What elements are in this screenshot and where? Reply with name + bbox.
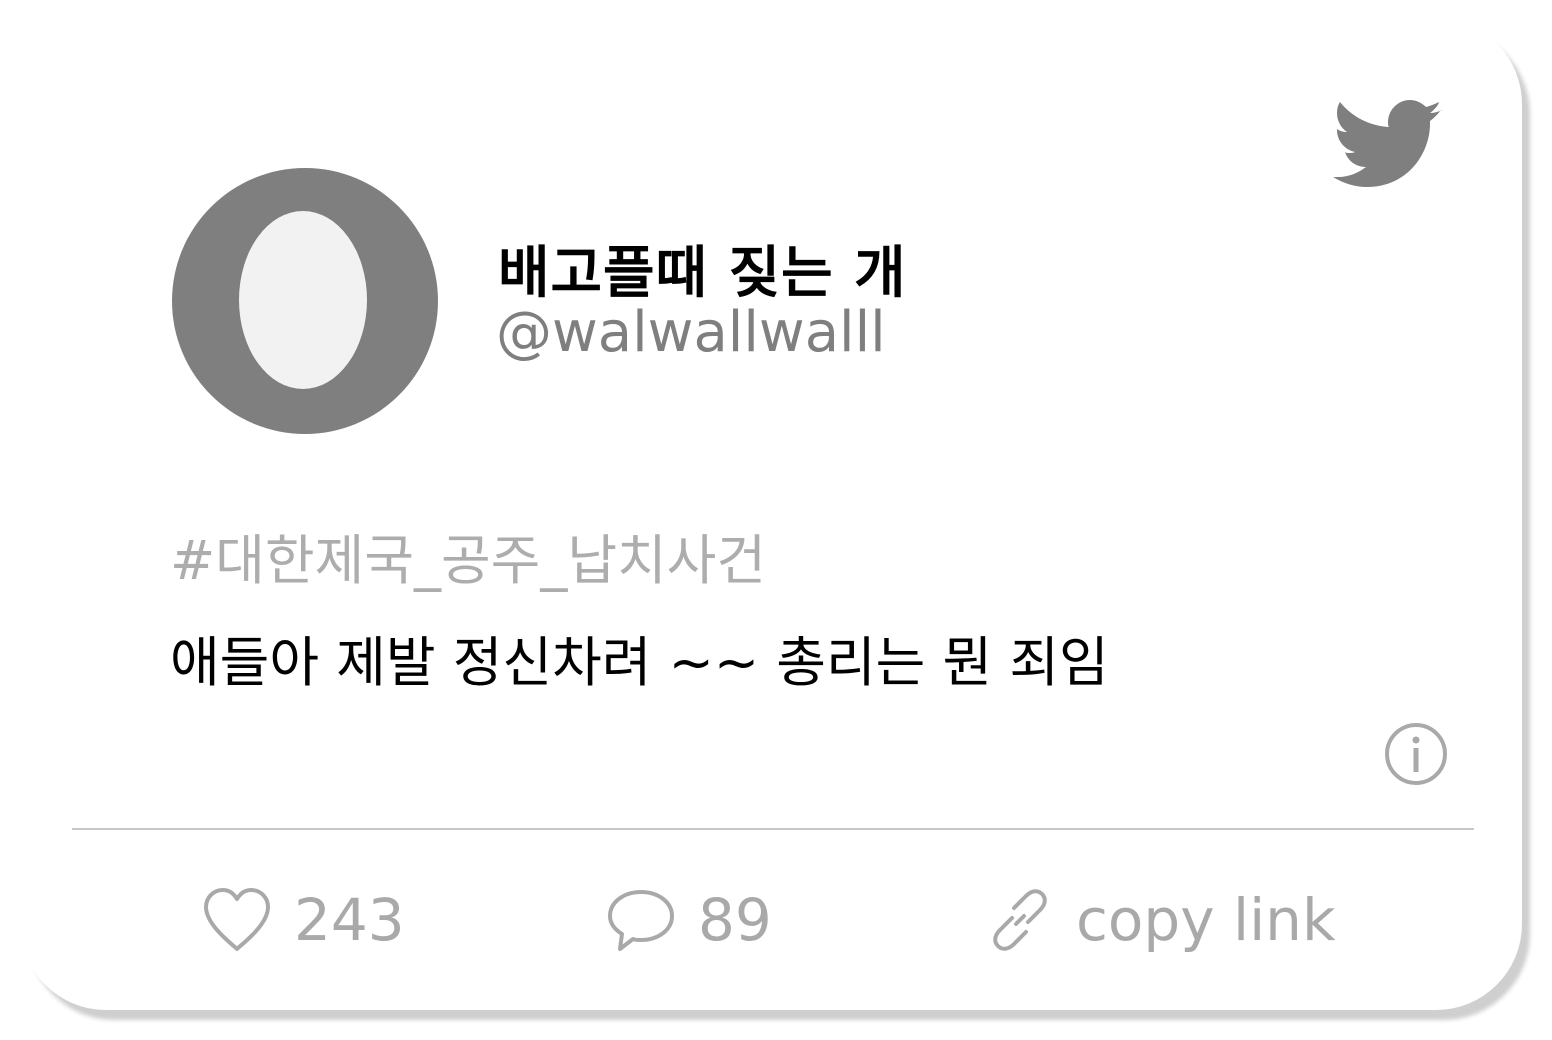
info-icon[interactable] [1384,722,1448,786]
reply-button[interactable]: 89 [606,880,772,960]
like-count: 243 [294,886,405,954]
twitter-bird-icon [1333,100,1442,187]
link-icon [993,889,1047,951]
speech-bubble-icon [608,890,674,951]
copy-link-label: copy link [1076,886,1336,954]
tweet-text: 애들아 제발 정신차려 ~~ 총리는 뭔 죄임 [170,631,1109,694]
copy-link-button[interactable]: copy link [986,880,1336,960]
hashtag-link[interactable]: #대한제국_공주_납치사건 [170,516,766,595]
divider [72,828,1474,830]
display-name[interactable]: 배고플때 짖는 개 [498,228,907,309]
reply-count: 89 [698,886,772,954]
tweet-card: 배고플때 짖는 개 @walwallwalll #대한제국_공주_납치사건 애들… [20,18,1522,1010]
default-egg-avatar [172,168,438,434]
heart-icon [204,888,270,951]
user-handle[interactable]: @walwallwalll [496,300,886,365]
like-button[interactable]: 243 [202,880,405,960]
